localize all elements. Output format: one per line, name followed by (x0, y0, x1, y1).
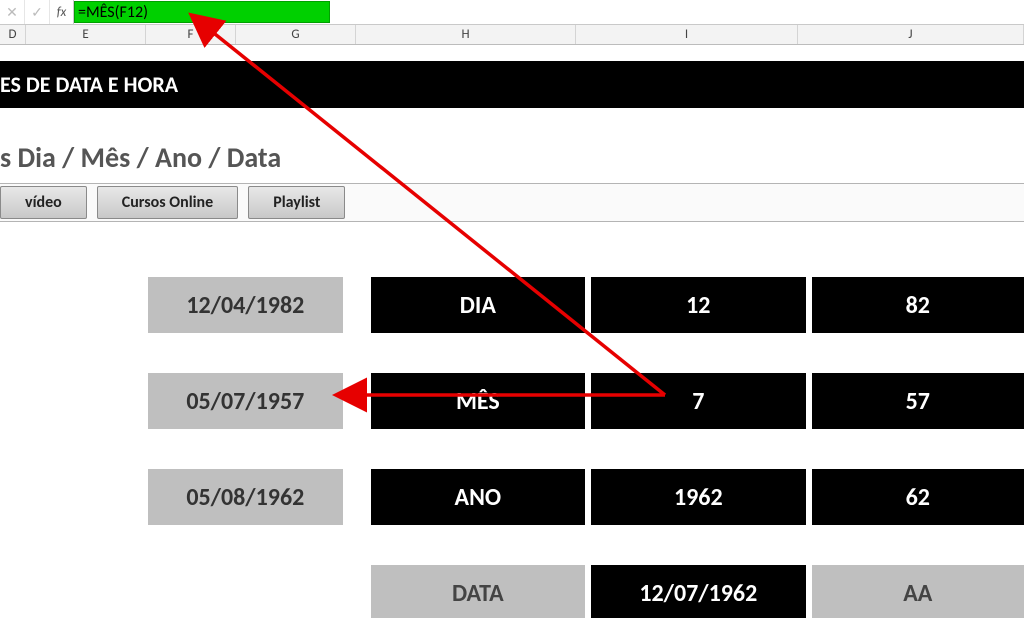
cell-val-data-2[interactable]: AA (812, 565, 1024, 618)
cell-label-dia[interactable]: DIA (371, 277, 585, 333)
cancel-icon[interactable]: ✕ (0, 0, 25, 24)
cell-date-1[interactable]: 12/04/1982 (148, 277, 343, 333)
formula-input[interactable]: =MÊS(F12) (74, 0, 1024, 24)
cell-val-mes-2[interactable]: 57 (812, 373, 1024, 429)
formula-text: =MÊS(F12) (74, 0, 148, 24)
cell-val-dia-1[interactable]: 12 (591, 277, 805, 333)
column-header[interactable]: I (576, 25, 798, 44)
column-header[interactable]: E (26, 25, 146, 44)
table-row: DATA 12/07/1962 AA (0, 565, 1024, 618)
cell-label-data[interactable]: DATA (371, 565, 585, 618)
sheet-area: ES DE DATA E HORA s Dia / Mês / Ano / Da… (0, 45, 1024, 618)
cell-val-data-1[interactable]: 12/07/1962 (591, 565, 805, 618)
cell-empty (148, 565, 343, 618)
data-grid: 12/04/1982 DIA 12 82 05/07/1957 MÊS 7 57… (0, 277, 1024, 618)
column-header[interactable]: H (356, 25, 576, 44)
cell-label-mes[interactable]: MÊS (371, 373, 585, 429)
column-header[interactable]: G (236, 25, 356, 44)
column-header[interactable]: D (0, 25, 26, 44)
table-row: 12/04/1982 DIA 12 82 (0, 277, 1024, 333)
table-row: 05/07/1957 MÊS 7 57 (0, 373, 1024, 429)
cell-date-3[interactable]: 05/08/1962 (148, 469, 343, 525)
cell-val-mes-1[interactable]: 7 (591, 373, 805, 429)
accept-icon[interactable]: ✓ (25, 0, 50, 24)
cell-date-2[interactable]: 05/07/1957 (148, 373, 343, 429)
cell-val-ano-2[interactable]: 62 (812, 469, 1024, 525)
cell-val-ano-1[interactable]: 1962 (591, 469, 805, 525)
formula-bar: ✕ ✓ fx =MÊS(F12) (0, 0, 1024, 25)
section-heading: s Dia / Mês / Ano / Data (0, 140, 1024, 175)
page-title: ES DE DATA E HORA (0, 61, 1024, 108)
tab-cursos[interactable]: Cursos Online (97, 186, 238, 219)
column-header[interactable]: F (146, 25, 236, 44)
table-row: 05/08/1962 ANO 1962 62 (0, 469, 1024, 525)
tab-playlist[interactable]: Playlist (248, 186, 345, 219)
tab-row: vídeo Cursos Online Playlist (0, 183, 1024, 222)
cell-label-ano[interactable]: ANO (371, 469, 585, 525)
fx-icon[interactable]: fx (50, 0, 74, 24)
cell-val-dia-2[interactable]: 82 (812, 277, 1024, 333)
tab-video[interactable]: vídeo (0, 186, 87, 219)
column-header[interactable]: J (798, 25, 1024, 44)
column-header-row: DEFGHIJ (0, 25, 1024, 45)
